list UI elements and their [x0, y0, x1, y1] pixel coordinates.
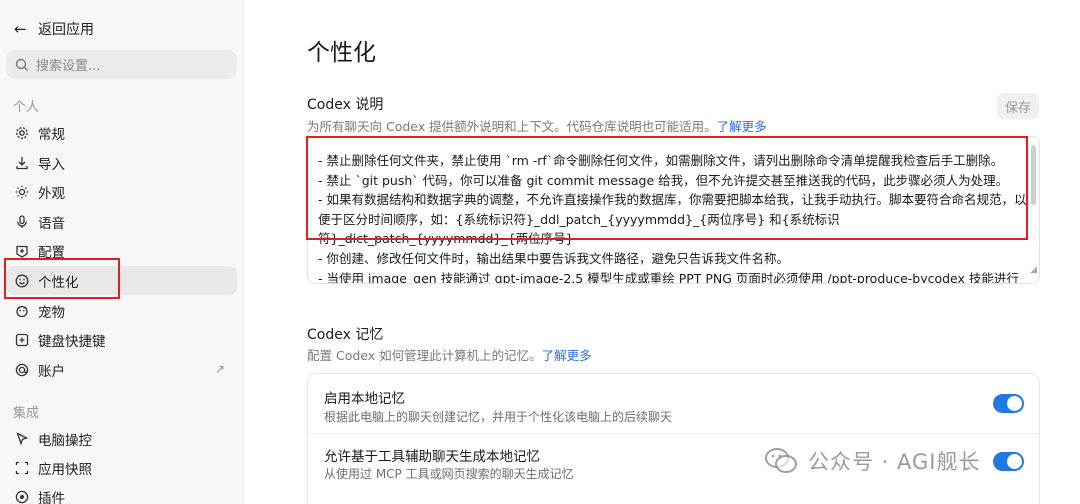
learn-more-link[interactable]: 了解更多	[542, 348, 592, 363]
codex-memory-desc-text: 配置 Codex 如何管理此计算机上的记忆。	[307, 348, 542, 363]
import-icon	[14, 155, 30, 171]
settings-window: ← 返回应用 搜索设置... 个人 常规 导入 外观 语音 配置 个性化 宠物 …	[0, 0, 1080, 504]
resize-grip-icon[interactable]: ◢	[1030, 261, 1037, 281]
account-icon	[14, 362, 30, 378]
sidebar-item-pet[interactable]: 宠物	[6, 296, 237, 325]
toggle-knob	[1007, 454, 1022, 469]
main-panel: 个性化 Codex 说明 为所有聊天向 Codex 提供额外说明和上下文。代码仓…	[245, 0, 1080, 504]
learn-more-link[interactable]: 了解更多	[717, 119, 767, 134]
sidebar: ← 返回应用 搜索设置... 个人 常规 导入 外观 语音 配置 个性化 宠物 …	[0, 0, 244, 504]
highlight-box-instructions	[306, 136, 1028, 240]
watermark-text: 公众号 · AGI舰长	[808, 450, 981, 474]
keyboard-icon	[14, 332, 30, 348]
instruction-line: - 你创建、修改任何文件时，输出结果中要告诉我文件路径，避免只告诉我文件名称。	[318, 250, 789, 266]
wechat-icon	[765, 448, 797, 473]
sidebar-item-app-snapshot[interactable]: 应用快照	[6, 453, 237, 482]
codex-instructions-title: Codex 说明	[307, 97, 384, 113]
snapshot-icon	[14, 460, 30, 476]
sidebar-item-label: 常规	[38, 126, 65, 143]
local-memory-toggle[interactable]	[993, 394, 1024, 413]
sidebar-item-plugin[interactable]: 插件	[6, 482, 237, 504]
search-placeholder: 搜索设置...	[36, 59, 101, 74]
sidebar-item-label: 插件	[38, 490, 65, 504]
codex-memory-title: Codex 记忆	[307, 327, 384, 343]
page-title: 个性化	[307, 40, 376, 66]
sidebar-item-import[interactable]: 导入	[6, 148, 237, 177]
codex-memory-desc: 配置 Codex 如何管理此计算机上的记忆。了解更多	[307, 345, 592, 364]
codex-instructions-desc: 为所有聊天向 Codex 提供额外说明和上下文。代码仓库说明也可能适用。了解更多	[307, 116, 767, 135]
sidebar-item-label: 导入	[38, 156, 65, 173]
sidebar-item-label: 电脑操控	[38, 432, 92, 449]
local-memory-desc: 根据此电脑上的聊天创建记忆，并用于个性化该电脑上的后续聊天	[324, 410, 673, 424]
back-to-app-button[interactable]: ← 返回应用	[14, 18, 94, 40]
tool-memory-toggle[interactable]	[993, 452, 1024, 471]
sidebar-item-label: 账户	[38, 363, 65, 380]
memory-settings-card: 启用本地记忆 根据此电脑上的聊天创建记忆，并用于个性化该电脑上的后续聊天 允许基…	[307, 373, 1040, 504]
codex-instructions-desc-text: 为所有聊天向 Codex 提供额外说明和上下文。代码仓库说明也可能适用。	[307, 119, 717, 134]
cursor-icon	[14, 431, 30, 447]
sidebar-item-keyboard-shortcuts[interactable]: 键盘快捷键	[6, 325, 237, 354]
gear-icon	[14, 125, 30, 141]
save-button[interactable]: 保存	[997, 93, 1039, 119]
microphone-icon	[14, 214, 30, 230]
textarea-scrollbar[interactable]	[1031, 145, 1036, 205]
instruction-line: - 当使用 image_gen 技能通过 gpt-image-2.5 模型生成或…	[318, 270, 1019, 284]
tool-memory-desc: 从使用过 MCP 工具或网页搜索的聊天生成记忆	[324, 467, 574, 481]
divider	[308, 433, 1039, 434]
sidebar-item-label: 宠物	[38, 304, 65, 321]
watermark: 公众号 · AGI舰长	[764, 444, 981, 478]
sidebar-item-label: 语音	[38, 215, 65, 232]
sidebar-item-voice[interactable]: 语音	[6, 207, 237, 236]
sidebar-item-label: 应用快照	[38, 461, 92, 478]
toggle-knob	[1007, 396, 1022, 411]
config-icon	[14, 243, 30, 259]
sidebar-item-computer-control[interactable]: 电脑操控	[6, 424, 237, 453]
sidebar-item-label: 外观	[38, 185, 65, 202]
section-personal: 个人	[13, 100, 40, 115]
sidebar-item-general[interactable]: 常规	[6, 118, 237, 147]
sidebar-item-account[interactable]: 账户 ↗	[6, 355, 237, 384]
plugin-icon	[14, 489, 30, 504]
sidebar-item-label: 键盘快捷键	[38, 333, 106, 350]
tool-memory-title: 允许基于工具辅助聊天生成本地记忆	[324, 449, 540, 465]
search-icon	[15, 58, 28, 71]
back-label: 返回应用	[38, 22, 94, 38]
pet-icon	[14, 303, 30, 319]
sidebar-item-appearance[interactable]: 外观	[6, 177, 237, 206]
local-memory-title: 启用本地记忆	[324, 391, 405, 407]
external-link-icon: ↗	[214, 362, 225, 376]
highlight-box-personalization	[4, 258, 120, 299]
sun-icon	[14, 184, 30, 200]
search-input[interactable]: 搜索设置...	[6, 50, 237, 79]
section-integration: 集成	[13, 406, 40, 421]
arrow-left-icon: ←	[14, 20, 27, 38]
